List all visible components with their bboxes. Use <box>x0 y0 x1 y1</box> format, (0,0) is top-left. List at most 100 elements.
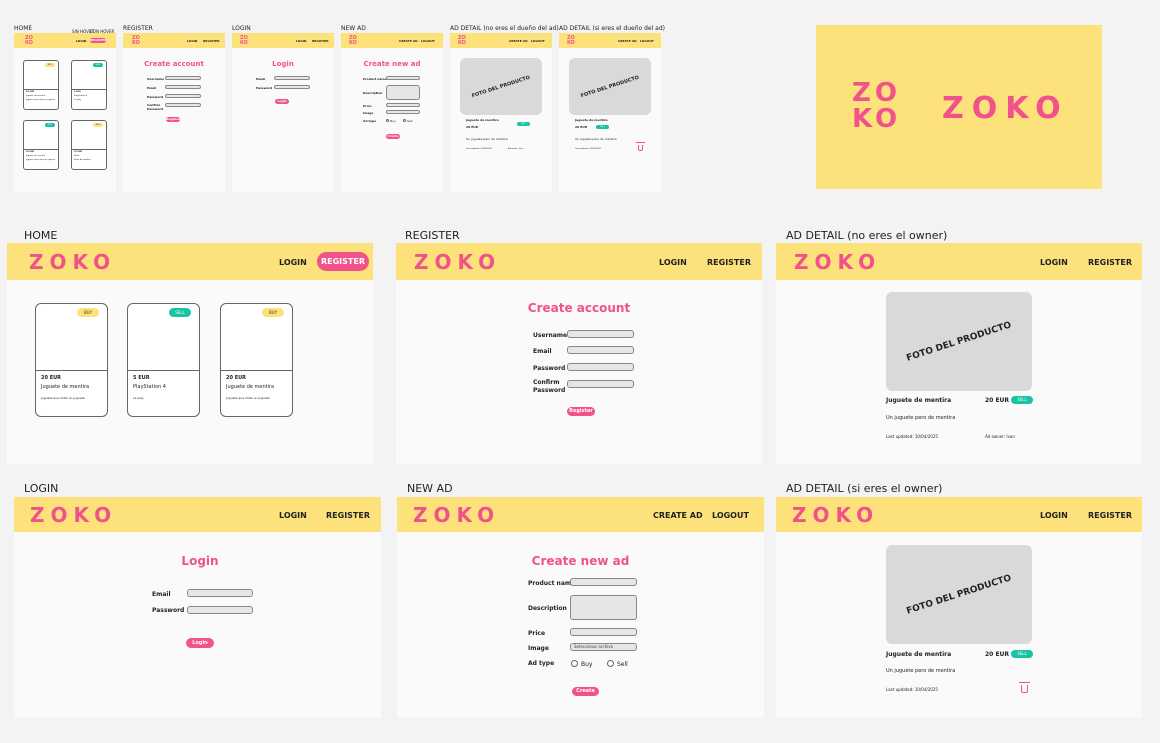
product-card[interactable]: BUY 20 EUR Juguete de mentira Juguete qu… <box>220 303 293 417</box>
thumb-nav-register[interactable]: REGISTER <box>312 39 329 43</box>
detail-title: Juguete de mentira <box>886 397 952 404</box>
thumb-password-input[interactable] <box>165 94 201 98</box>
product-name-input[interactable] <box>570 578 637 586</box>
thumb-radio-sell[interactable] <box>403 119 406 122</box>
nav-create-ad[interactable]: CREATE AD <box>653 511 703 520</box>
thumb-label-price: Price <box>363 104 372 108</box>
detail-owner-frame: ZOKO LOGIN REGISTER FOTO DEL PRODUCTO Ju… <box>776 497 1142 718</box>
detail-title: Juguete de mentira <box>886 651 952 658</box>
thumb-product-card[interactable]: SELL 5 EUR PlayStation 4 La play <box>71 60 107 110</box>
product-card[interactable]: BUY 20 EUR Juguete de mentira Juguete qu… <box>35 303 108 417</box>
label-password: Password <box>533 365 566 372</box>
thumb-logo: ZO KO <box>240 35 248 46</box>
thumb-product-photo: FOTO DEL PRODUCTO <box>569 58 651 115</box>
price-input[interactable] <box>570 628 637 636</box>
thumb-email-input[interactable] <box>274 76 310 80</box>
trash-icon[interactable] <box>1019 682 1030 693</box>
logo[interactable]: ZOKO <box>413 503 500 527</box>
thumb-nav-login[interactable]: LOGIN <box>296 39 306 43</box>
nav-register[interactable]: REGISTER <box>326 511 370 520</box>
logo[interactable]: ZOKO <box>792 503 879 527</box>
thumb-detail-price: 20 EUR <box>575 125 588 129</box>
login-button[interactable]: Login <box>186 638 214 648</box>
thumb-nav-logout[interactable]: LOGOUT <box>421 39 435 43</box>
nav-register[interactable]: REGISTER <box>1088 511 1132 520</box>
nav-logout[interactable]: LOGOUT <box>712 511 749 520</box>
card-price: 20 EUR <box>41 375 62 381</box>
nav-login[interactable]: LOGIN <box>279 511 307 520</box>
card-title: Mesa <box>74 155 80 157</box>
thumb-nav-logout[interactable]: LOGOUT <box>531 39 545 43</box>
ad-type-badge: BUY <box>45 63 55 67</box>
image-file-input[interactable]: Seleccionar archivo <box>570 643 637 651</box>
label-description: Description <box>528 605 567 612</box>
thumb-label-confirm: Confirm Password <box>147 103 164 111</box>
thumb-label-detail-not-owner: AD DETAIL (no eres el dueño del ad) <box>450 25 559 32</box>
thumb-product-input[interactable] <box>386 76 420 80</box>
card-divider <box>72 149 106 150</box>
nav-register[interactable]: REGISTER <box>1088 258 1132 267</box>
confirm-password-input[interactable] <box>567 380 634 388</box>
logo[interactable]: ZOKO <box>29 250 116 274</box>
product-photo: FOTO DEL PRODUCTO <box>886 545 1032 644</box>
card-divider <box>24 89 58 90</box>
nav-login[interactable]: LOGIN <box>1040 511 1068 520</box>
thumb-nav-login[interactable]: LOGIN <box>187 39 197 43</box>
radio-buy[interactable] <box>571 660 578 667</box>
logo[interactable]: ZOKO <box>414 250 501 274</box>
thumb-radio-buy-label: Buy <box>390 119 396 123</box>
thumb-username-input[interactable] <box>165 76 201 80</box>
thumb-description-input[interactable] <box>386 85 420 100</box>
thumb-trash-icon[interactable] <box>636 142 645 151</box>
thumb-nav-login[interactable]: LOGIN <box>76 39 86 43</box>
thumb-price-input[interactable] <box>386 103 420 107</box>
label-email: Email <box>152 591 171 598</box>
register-frame: ZOKO LOGIN REGISTER Create account Usern… <box>396 243 762 464</box>
thumb-logo: ZO KO <box>132 35 140 46</box>
card-description: Juguete que imita un juguete <box>41 396 85 400</box>
register-title: Create account <box>527 301 631 315</box>
thumb-product-card[interactable]: SELL 20 EUR Juguete de mentira Juguete q… <box>23 120 59 170</box>
thumb-label-home: HOME <box>14 25 33 32</box>
label-ad-type: Ad type <box>528 660 555 667</box>
nav-register[interactable]: REGISTER <box>707 258 751 267</box>
email-input[interactable] <box>567 346 634 354</box>
description-input[interactable] <box>570 595 637 620</box>
ad-type-badge: SELL <box>93 63 103 67</box>
nav-register-button[interactable]: REGISTER <box>317 252 369 271</box>
thumb-product-card[interactable]: BUY 15 EUR Mesa Mesa de madera <box>71 120 107 170</box>
logo[interactable]: ZOKO <box>30 503 117 527</box>
nav-login[interactable]: LOGIN <box>659 258 687 267</box>
logo[interactable]: ZOKO <box>794 250 881 274</box>
card-price: 5 EUR <box>133 375 150 381</box>
thumb-nav-create-ad[interactable]: CREATE AD <box>618 39 637 43</box>
thumb-nav-register[interactable]: REGISTER <box>203 39 220 43</box>
thumb-password-input[interactable] <box>274 85 310 89</box>
card-divider <box>221 370 292 371</box>
thumb-nav-logout[interactable]: LOGOUT <box>640 39 654 43</box>
email-input[interactable] <box>187 589 253 597</box>
thumb-nav-register[interactable]: REGISTER <box>90 38 107 43</box>
thumb-detail-price: 20 EUR <box>466 125 479 129</box>
thumb-image-input[interactable] <box>386 110 420 114</box>
register-button[interactable]: Register <box>567 407 595 416</box>
thumb-nav-create-ad[interactable]: CREATE AD <box>509 39 528 43</box>
thumb-detail-not-owner-frame: ZO KO CREATE AD LOGOUT FOTO DEL PRODUCTO … <box>450 33 552 192</box>
thumb-create-button[interactable]: Create <box>386 134 400 139</box>
thumb-nav-create-ad[interactable]: CREATE AD <box>399 39 418 43</box>
product-card[interactable]: SELL 5 EUR PlayStation 4 La play <box>127 303 200 417</box>
password-input[interactable] <box>187 606 253 614</box>
password-input[interactable] <box>567 363 634 371</box>
thumb-radio-buy[interactable] <box>386 119 389 122</box>
username-input[interactable] <box>567 330 634 338</box>
thumb-register-button[interactable]: Register <box>166 117 180 122</box>
nav-login[interactable]: LOGIN <box>279 258 307 267</box>
nav-login[interactable]: LOGIN <box>1040 258 1068 267</box>
thumb-confirm-input[interactable] <box>165 103 201 107</box>
thumb-label-email: Email <box>256 77 266 81</box>
radio-sell[interactable] <box>607 660 614 667</box>
thumb-product-card[interactable]: BUY 20 EUR Juguete de mentira Juguete qu… <box>23 60 59 110</box>
create-button[interactable]: Create <box>572 687 599 696</box>
thumb-login-button[interactable]: Login <box>275 99 289 104</box>
thumb-email-input[interactable] <box>165 85 201 89</box>
